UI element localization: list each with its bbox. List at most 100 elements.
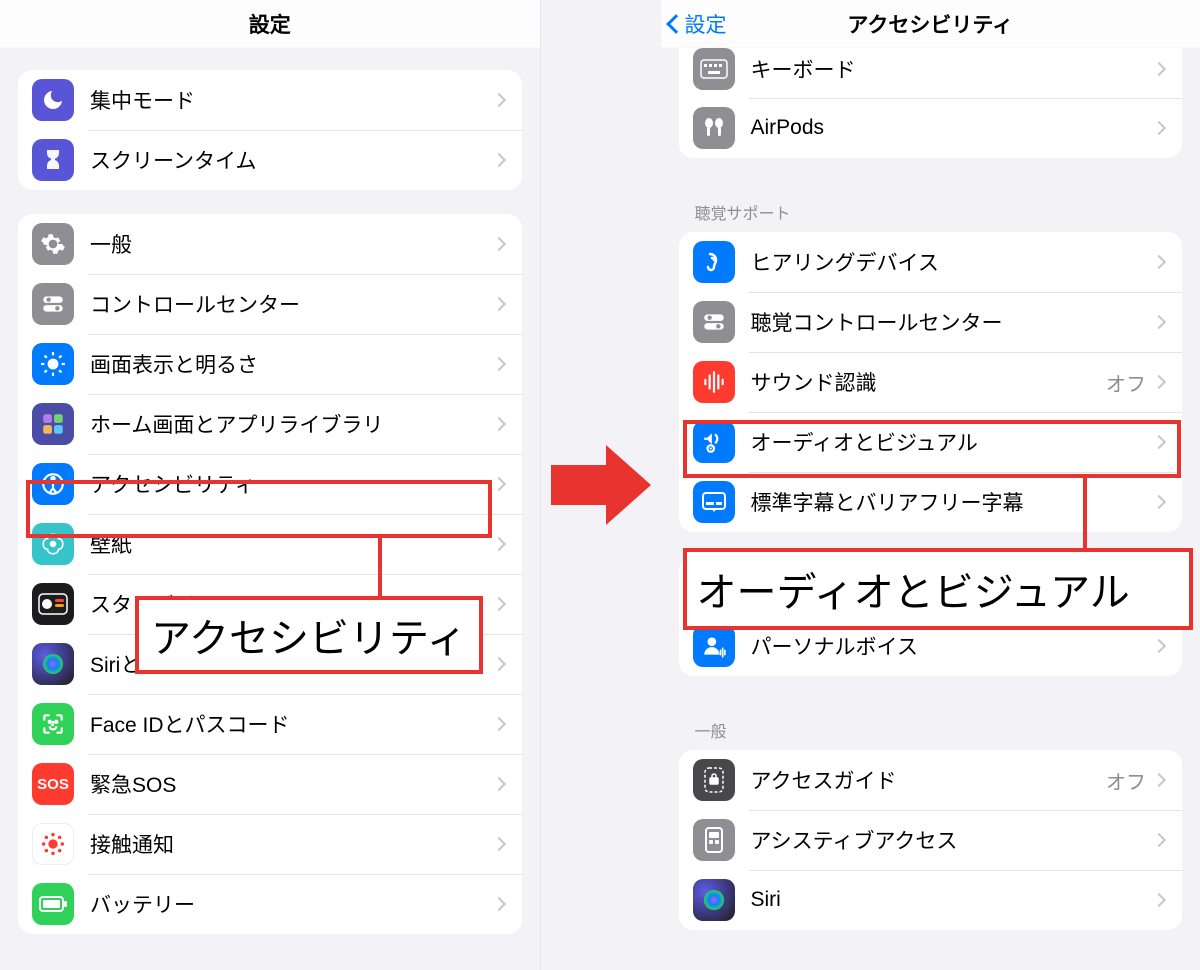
callout-connector [1083, 478, 1087, 548]
row-accessibility[interactable]: アクセシビリティ [18, 454, 522, 514]
subtitles-icon [693, 481, 735, 523]
row-battery[interactable]: バッテリー [18, 874, 522, 934]
chevron-icon [1152, 255, 1166, 269]
row-wallpaper[interactable]: 壁紙 [18, 514, 522, 574]
airpods-icon [693, 107, 735, 149]
row-label: 画面表示と明るさ [90, 349, 494, 379]
row-label: パーソナルボイス [751, 631, 1155, 661]
chevron-icon [491, 417, 505, 431]
row-screen-time[interactable]: スクリーンタイム [18, 130, 522, 190]
chevron-icon [491, 357, 505, 371]
page-title: アクセシビリティ [847, 9, 1013, 39]
row-control-center[interactable]: コントロールセンター [18, 274, 522, 334]
row-label: スクリーンタイム [90, 145, 494, 175]
keyboard-icon [693, 48, 735, 90]
row-exposure-notification[interactable]: 接触通知 [18, 814, 522, 874]
chevron-icon [491, 837, 505, 851]
chevron-left-icon [666, 14, 686, 34]
chevron-icon [1152, 62, 1166, 76]
row-label: Face IDとパスコード [90, 709, 494, 739]
row-assistive-access[interactable]: アシスティブアクセス [679, 810, 1183, 870]
row-label: AirPods [751, 116, 1155, 140]
row-focus-mode[interactable]: 集中モード [18, 70, 522, 130]
standby-icon [32, 583, 74, 625]
row-label: 緊急SOS [90, 769, 494, 799]
row-label: アクセスガイド [751, 765, 1107, 795]
exposure-icon [32, 823, 74, 865]
row-hearing-devices[interactable]: ヒアリングデバイス [679, 232, 1183, 292]
row-label: オーディオとビジュアル [751, 427, 1155, 457]
group-general: アクセスガイド オフ アシスティブアクセス Siri [679, 750, 1183, 930]
row-label: 一般 [90, 229, 494, 259]
row-guided-access[interactable]: アクセスガイド オフ [679, 750, 1183, 810]
focus-icon [32, 79, 74, 121]
chevron-icon [491, 597, 505, 611]
chevron-icon [491, 777, 505, 791]
arrow-icon [551, 445, 651, 525]
personal-voice-icon [693, 625, 735, 667]
row-label: ヒアリングデバイス [751, 247, 1155, 277]
chevron-icon [491, 537, 505, 551]
screentime-icon [32, 139, 74, 181]
row-emergency-sos[interactable]: SOS 緊急SOS [18, 754, 522, 814]
chevron-icon [1152, 375, 1166, 389]
back-label: 設定 [685, 9, 727, 39]
row-audio-visual[interactable]: オーディオとビジュアル [679, 412, 1183, 472]
home-icon [32, 403, 74, 445]
row-label: Siri [751, 888, 1155, 912]
chevron-icon [1152, 495, 1166, 509]
navbar-right: 設定 アクセシビリティ [661, 0, 1200, 48]
group-hearing: ヒアリングデバイス 聴覚コントロールセンター サウンド認識 オフ オーディオとビ… [679, 232, 1183, 532]
settings-pane: 設定 集中モード スクリーンタイム 一般 [0, 0, 541, 970]
row-label: アシスティブアクセス [751, 825, 1155, 855]
row-label: アクセシビリティ [90, 469, 494, 499]
chevron-icon [1152, 639, 1166, 653]
page-title: 設定 [249, 9, 291, 39]
chevron-icon [1152, 833, 1166, 847]
section-header-general: 一般 [661, 700, 1200, 750]
row-label: コントロールセンター [90, 289, 494, 319]
chevron-icon [491, 717, 505, 731]
row-face-id[interactable]: Face IDとパスコード [18, 694, 522, 754]
chevron-icon [491, 153, 505, 167]
battery-icon [32, 883, 74, 925]
wallpaper-icon [32, 523, 74, 565]
row-airpods[interactable]: AirPods [679, 98, 1183, 158]
row-label: 標準字幕とバリアフリー字幕 [751, 487, 1155, 517]
audio-visual-icon [693, 421, 735, 463]
row-keyboard[interactable]: キーボード [679, 48, 1183, 98]
row-home-screen[interactable]: ホーム画面とアプリライブラリ [18, 394, 522, 454]
row-sound-recognition[interactable]: サウンド認識 オフ [679, 352, 1183, 412]
group-physical-continued: キーボード AirPods [679, 48, 1183, 158]
chevron-icon [1152, 773, 1166, 787]
row-value: オフ [1106, 766, 1146, 795]
chevron-icon [1152, 435, 1166, 449]
back-button[interactable]: 設定 [669, 0, 727, 48]
row-general[interactable]: 一般 [18, 214, 522, 274]
row-label: ホーム画面とアプリライブラリ [90, 409, 494, 439]
callout-audio-visual: オーディオとビジュアル [683, 548, 1193, 630]
chevron-icon [491, 657, 505, 671]
step-arrow [541, 0, 661, 970]
row-hearing-control-center[interactable]: 聴覚コントロールセンター [679, 292, 1183, 352]
siri-icon [693, 879, 735, 921]
row-label: 聴覚コントロールセンター [751, 307, 1155, 337]
chevron-icon [491, 897, 505, 911]
assistive-access-icon [693, 819, 735, 861]
chevron-icon [1152, 121, 1166, 135]
callout-accessibility: アクセシビリティ [135, 596, 483, 674]
settings-group-main: 一般 コントロールセンター 画面表示と明るさ ホーム画面とアプリライブラリ [18, 214, 522, 934]
row-subtitles[interactable]: 標準字幕とバリアフリー字幕 [679, 472, 1183, 532]
guided-access-icon [693, 759, 735, 801]
navbar-left: 設定 [0, 0, 540, 48]
chevron-icon [491, 237, 505, 251]
row-display-brightness[interactable]: 画面表示と明るさ [18, 334, 522, 394]
row-siri-accessibility[interactable]: Siri [679, 870, 1183, 930]
display-icon [32, 343, 74, 385]
faceid-icon [32, 703, 74, 745]
hearing-icon [693, 241, 735, 283]
control-center-icon [693, 301, 735, 343]
chevron-icon [491, 93, 505, 107]
control-center-icon [32, 283, 74, 325]
sos-icon: SOS [32, 763, 74, 805]
